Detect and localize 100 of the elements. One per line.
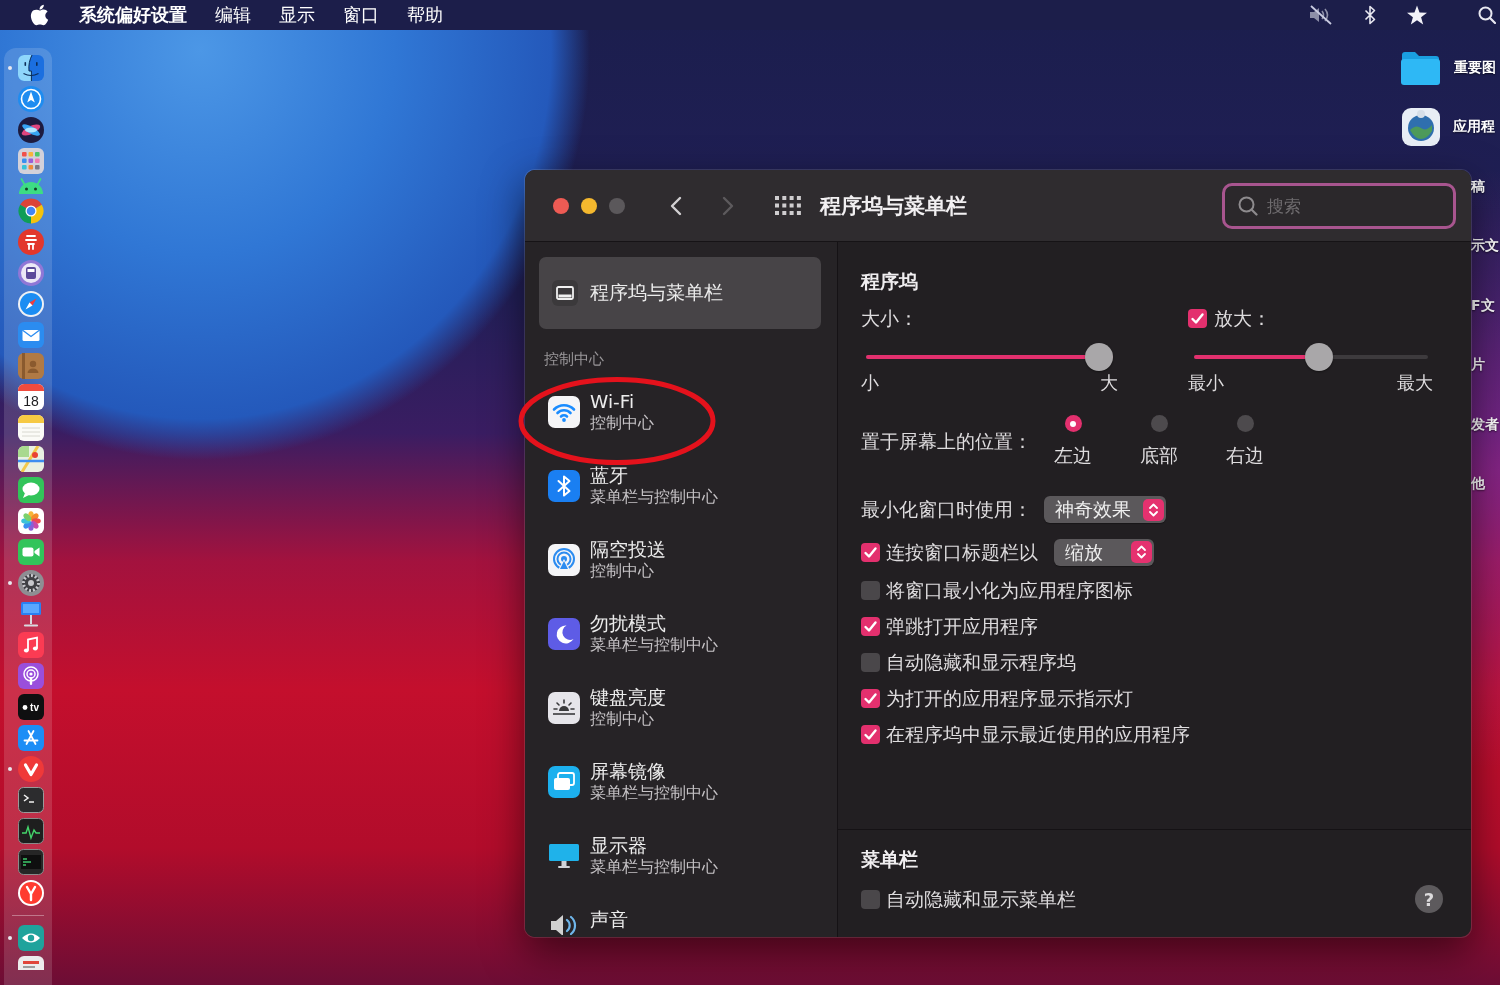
checkbox[interactable] [861,542,880,562]
help-button[interactable]: ? [1415,885,1443,913]
slider-max-label: 最大 [1397,373,1433,393]
y-logo-icon[interactable] [18,880,44,906]
star-icon[interactable] [1406,5,1428,25]
wifi-icon [548,396,580,428]
video-camera-icon[interactable] [18,539,44,565]
document-icon[interactable] [18,956,44,970]
app-icon[interactable] [18,260,44,286]
speech-bubble-icon[interactable] [18,477,44,503]
menu-item[interactable]: 显示 [265,0,329,30]
checkbox-label: 连按窗口标题栏以 [886,540,1038,565]
checkbox[interactable] [861,889,880,909]
sidebar-item[interactable]: 显示器 菜单栏与控制中心 [539,824,821,898]
bluetooth-icon[interactable] [1364,5,1376,25]
tv-icon[interactable]: tv [18,694,44,720]
tile-grid-icon[interactable] [18,148,44,174]
size-slider[interactable] [866,343,1113,371]
checkbox[interactable] [861,724,880,744]
folder-icon[interactable] [1400,49,1441,86]
sidebar-item[interactable]: 隔空投送 控制中心 [539,528,821,602]
menu-item[interactable]: 编辑 [201,0,265,30]
sidebar-item[interactable]: Wi-Fi 控制中心 [539,380,821,454]
section-heading: 菜单栏 [861,848,919,872]
sidebar-item[interactable]: 屏幕镜像 菜单栏与控制中心 [539,750,821,824]
slider-thumb[interactable] [1085,343,1113,371]
window-icon [552,280,578,306]
notepad-icon[interactable] [18,415,44,441]
compass-icon[interactable] [18,291,44,317]
music-note-icon[interactable] [18,632,44,658]
line-graph-icon[interactable] [18,818,44,844]
sidebar-item[interactable]: 勿扰模式 菜单栏与控制中心 [539,602,821,676]
signal-rings-icon [548,544,580,576]
search-field[interactable]: 搜索 [1222,182,1456,229]
checkbox[interactable] [861,652,880,672]
checkbox-label: 自动隐藏和显示程序坞 [886,650,1076,675]
menu-item[interactable]: 帮助 [393,0,457,30]
desktop-icon-label: 应用程 [1453,118,1495,137]
slider-max-label: 大 [1100,373,1118,393]
screens-icon [548,766,580,798]
desktop-icon-label: F文 [1471,296,1495,315]
bluetooth-icon [548,470,580,502]
a-logo-icon[interactable] [18,725,44,751]
magnification-slider[interactable] [1194,343,1428,371]
minimize-button[interactable] [581,197,597,214]
radio-button[interactable] [1064,415,1082,432]
sidebar-item[interactable]: 蓝牙 菜单栏与控制中心 [539,454,821,528]
desktop-icon-label: 示文 [1471,237,1499,256]
popup-button[interactable]: 缩放 [1054,538,1154,566]
gear-icon[interactable] [18,570,44,596]
desktop-icon-label: 重要图 [1454,58,1496,77]
podium-icon[interactable] [18,601,44,627]
swirl-icon[interactable] [18,117,44,143]
moon-icon [548,618,580,650]
setting-label: 置于屏幕上的位置： [861,429,1033,454]
v-logo-icon[interactable] [18,756,44,782]
eye-icon[interactable] [18,925,44,951]
muted-speaker-icon[interactable] [1308,5,1334,25]
slider-thumb[interactable] [1305,343,1334,371]
slider-min-label: 小 [861,373,879,393]
chevron-left-icon[interactable] [670,195,682,216]
desktop-icon-label: 他 [1471,475,1485,494]
close-button[interactable] [553,197,569,214]
checkbox[interactable] [861,580,880,600]
radio-button[interactable] [1236,415,1254,432]
compass-icon[interactable] [18,86,44,112]
popup-button[interactable]: 神奇效果 [1044,496,1166,523]
checkbox-label: 在程序坞中显示最近使用的应用程序 [886,722,1190,747]
search-icon [1238,195,1258,216]
radio-button[interactable] [1150,415,1168,432]
checkbox-label: 自动隐藏和显示菜单栏 [886,887,1076,912]
console-icon[interactable] [18,849,44,875]
terminal-icon[interactable] [18,787,44,813]
checkbox[interactable] [861,688,880,708]
envelope-icon[interactable] [18,322,44,348]
sidebar-item[interactable]: 键盘亮度 控制中心 [539,676,821,750]
sidebar-item[interactable]: 声音 [539,898,821,935]
menu-item[interactable]: 窗口 [329,0,393,30]
calendar-icon[interactable]: 18 [18,384,44,410]
app-icon[interactable] [1402,108,1440,147]
radio-label: 右边 [1226,445,1264,467]
map-icon[interactable] [18,446,44,472]
desktop-icon-label: 发者 [1471,415,1499,434]
search-icon[interactable] [1478,6,1496,24]
flower-icon[interactable] [18,508,44,534]
sidebar-item[interactable]: 程序坞与菜单栏 [539,257,821,329]
robot-head-icon[interactable] [18,177,44,195]
calendar-date: 18 [23,392,39,409]
podcast-icon[interactable] [18,663,44,689]
smiling-face-icon[interactable] [18,55,44,81]
app-menu[interactable]: 系统偏好设置 [65,0,201,30]
apple-logo-icon[interactable] [30,4,49,26]
checkbox[interactable] [1188,308,1207,328]
grid-icon[interactable] [775,196,801,215]
setting-label: 大小： [861,306,918,331]
checkbox[interactable] [861,616,880,636]
segmented-circle-icon[interactable] [18,198,44,224]
section-heading: 程序坞 [861,270,919,294]
checkbox-label: 为打开的应用程序显示指示灯 [886,686,1133,711]
setting-label: 最小化窗口时使用： [861,498,1032,522]
